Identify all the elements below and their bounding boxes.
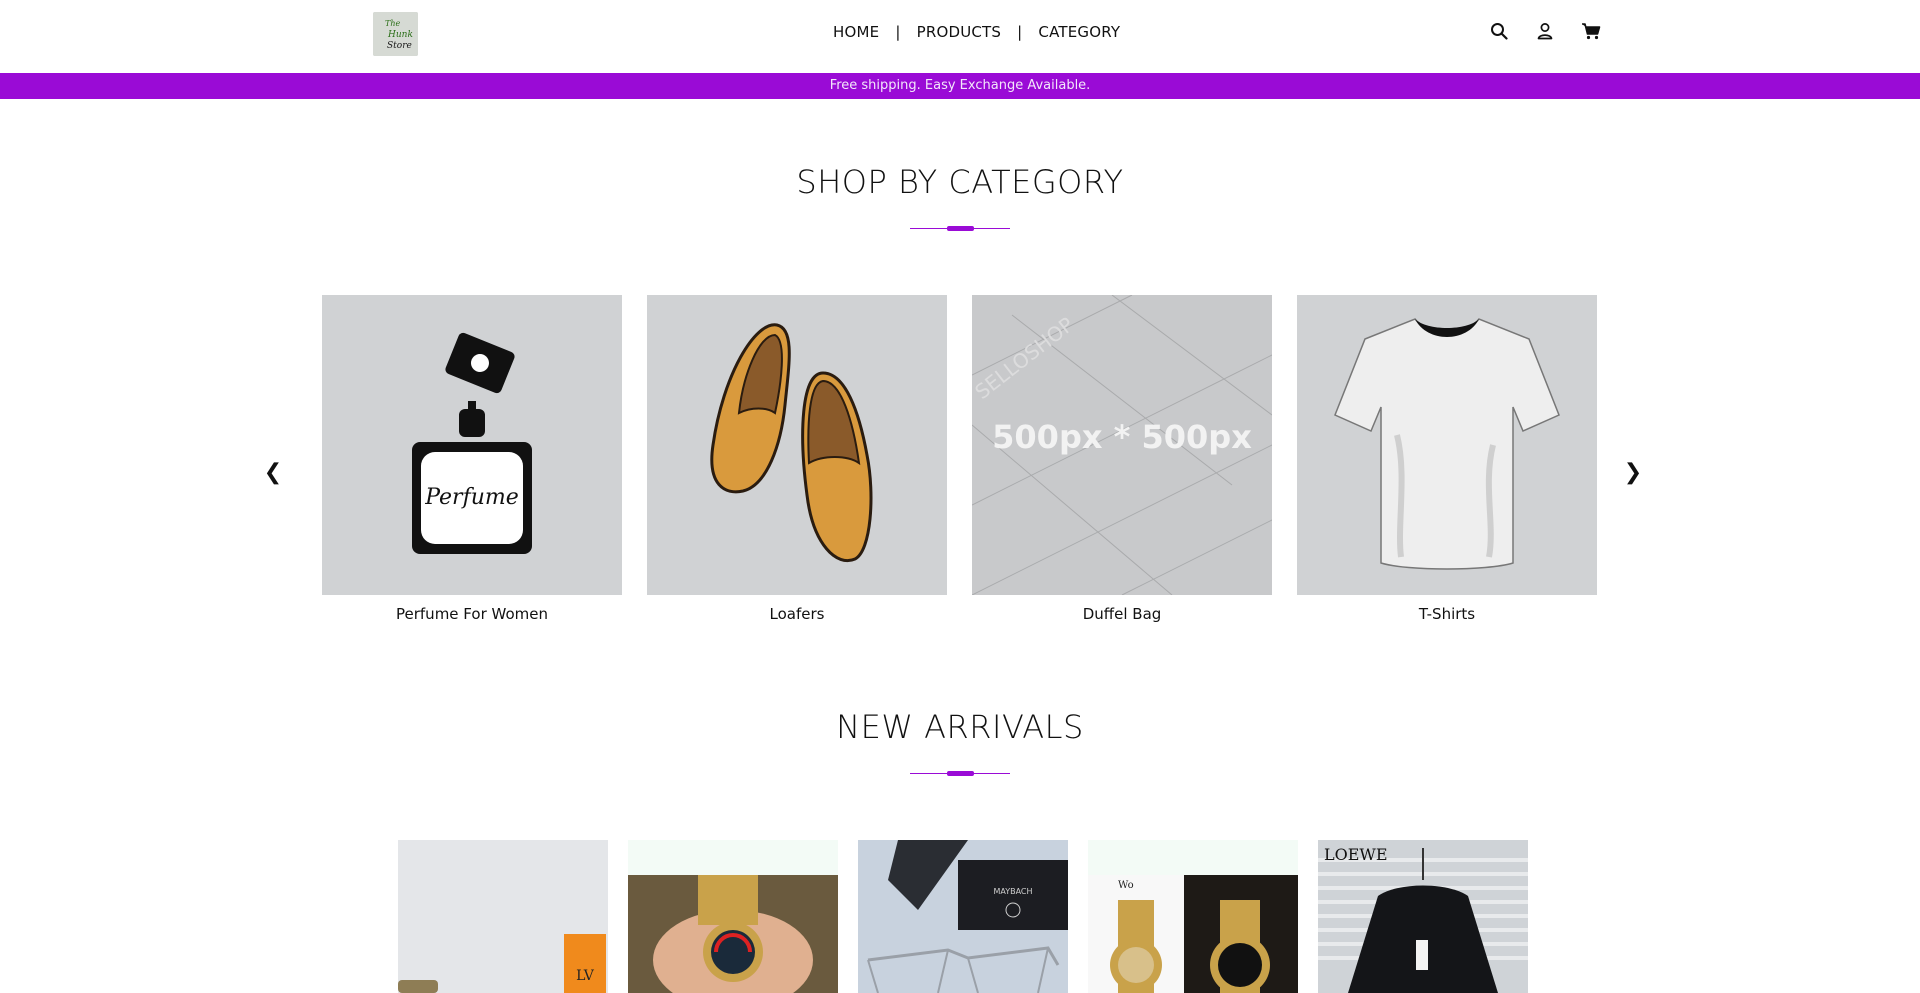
category-label[interactable]: T-Shirts: [1297, 605, 1597, 623]
title-divider: [910, 771, 1010, 777]
svg-text:Store: Store: [387, 41, 412, 51]
svg-text:Hunk: Hunk: [387, 30, 413, 40]
carousel-prev-button[interactable]: ❮: [263, 458, 283, 488]
user-icon[interactable]: [1533, 19, 1557, 43]
nav-home-link[interactable]: HOME: [833, 23, 879, 41]
product-image-chronograph-watches[interactable]: Wo: [1088, 840, 1298, 993]
svg-text:MAYBACH: MAYBACH: [993, 887, 1032, 896]
store-logo[interactable]: The Hunk Store: [373, 12, 418, 56]
category-label[interactable]: Perfume For Women: [322, 605, 622, 623]
category-label[interactable]: Duffel Bag: [972, 605, 1272, 623]
svg-text:Perfume: Perfume: [424, 485, 519, 510]
svg-text:LOEWE: LOEWE: [1324, 845, 1388, 864]
product-image-maybach-glasses[interactable]: MAYBACH: [858, 840, 1068, 993]
arrivals-section-title: NEW ARRIVALS: [836, 708, 1084, 746]
svg-text:LV: LV: [576, 968, 595, 984]
header-actions: [1487, 19, 1603, 43]
category-image-loafers[interactable]: [647, 295, 947, 595]
category-image-t-shirts[interactable]: [1297, 295, 1597, 595]
svg-text:The: The: [385, 19, 400, 28]
category-image-placeholder[interactable]: SELLOSHOP 500px * 500px: [972, 295, 1272, 595]
site-header: The Hunk Store HOME | PRODUCTS | CATEGOR…: [0, 0, 1920, 73]
category-card-loafers[interactable]: Loafers: [647, 295, 947, 623]
cart-icon[interactable]: [1579, 19, 1603, 43]
category-card-t-shirts[interactable]: T-Shirts: [1297, 295, 1597, 623]
category-image-perfume[interactable]: Perfume: [322, 295, 622, 595]
nav-separator: |: [1017, 23, 1023, 41]
category-section-title: SHOP BY CATEGORY: [796, 163, 1124, 201]
category-label[interactable]: Loafers: [647, 605, 947, 623]
nav-separator: |: [895, 23, 901, 41]
svg-text:500px * 500px: 500px * 500px: [992, 418, 1252, 456]
promo-banner: Free shipping. Easy Exchange Available.: [0, 73, 1920, 99]
svg-text:Wo: Wo: [1118, 880, 1134, 891]
title-divider: [910, 226, 1010, 232]
category-card-perfume[interactable]: Perfume Perfume For Women: [322, 295, 622, 623]
nav-category-link[interactable]: CATEGORY: [1038, 23, 1120, 41]
svg-text:SELLOSHOP: SELLOSHOP: [972, 312, 1078, 404]
carousel-next-button[interactable]: ❯: [1623, 458, 1643, 488]
product-image-gold-watch[interactable]: [628, 840, 838, 993]
product-image-loewe-shirt[interactable]: LOEWE: [1318, 840, 1528, 993]
category-card-duffel-bag[interactable]: SELLOSHOP 500px * 500px Duffel Bag: [972, 295, 1272, 623]
search-icon[interactable]: [1487, 19, 1511, 43]
main-nav: HOME | PRODUCTS | CATEGORY: [833, 22, 1120, 42]
product-image-louis-vuitton[interactable]: LV: [398, 840, 608, 993]
nav-products-link[interactable]: PRODUCTS: [917, 23, 1002, 41]
